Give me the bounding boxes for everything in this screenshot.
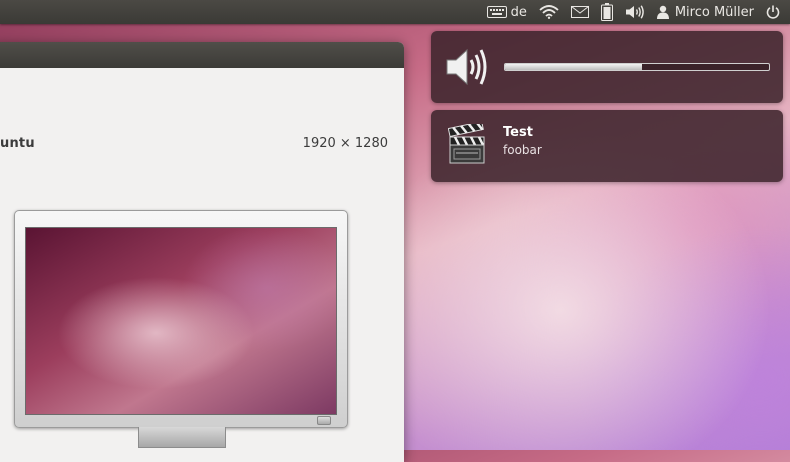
window-titlebar[interactable]	[0, 42, 404, 68]
speaker-icon	[446, 48, 487, 86]
message-notification: Test foobar	[431, 110, 783, 182]
battery-icon	[600, 3, 613, 21]
monitor-preview	[14, 210, 348, 428]
keyboard-indicator[interactable]: de	[481, 0, 533, 24]
user-icon	[656, 5, 669, 19]
wifi-icon	[539, 5, 559, 19]
keyboard-layout-label: de	[510, 4, 527, 20]
session-indicator[interactable]	[760, 0, 790, 24]
keyboard-icon	[486, 6, 507, 18]
volume-icon	[625, 5, 644, 19]
volume-notification	[431, 31, 783, 103]
notification-body: foobar	[503, 143, 542, 157]
clapperboard-icon	[448, 124, 485, 164]
display-settings-window: untu 1920 × 1280	[0, 42, 404, 462]
power-icon	[766, 5, 780, 19]
volume-level-fill	[505, 64, 643, 70]
os-name-label: untu	[0, 136, 35, 151]
network-indicator[interactable]	[533, 0, 565, 24]
user-indicator[interactable]: Mirco Müller	[651, 0, 760, 24]
wallpaper-preview	[25, 227, 337, 415]
top-panel: de Mirco Müller	[0, 0, 790, 24]
monitor-power-button	[317, 416, 331, 425]
resolution-label: 1920 × 1280	[302, 136, 388, 151]
user-name: Mirco Müller	[674, 4, 754, 20]
battery-indicator[interactable]	[595, 0, 619, 24]
sound-indicator[interactable]	[619, 0, 651, 24]
mail-icon	[570, 6, 589, 18]
volume-level-bar	[504, 63, 770, 71]
monitor-stand	[138, 427, 226, 448]
messaging-indicator[interactable]	[565, 0, 595, 24]
notification-title: Test	[503, 125, 533, 140]
